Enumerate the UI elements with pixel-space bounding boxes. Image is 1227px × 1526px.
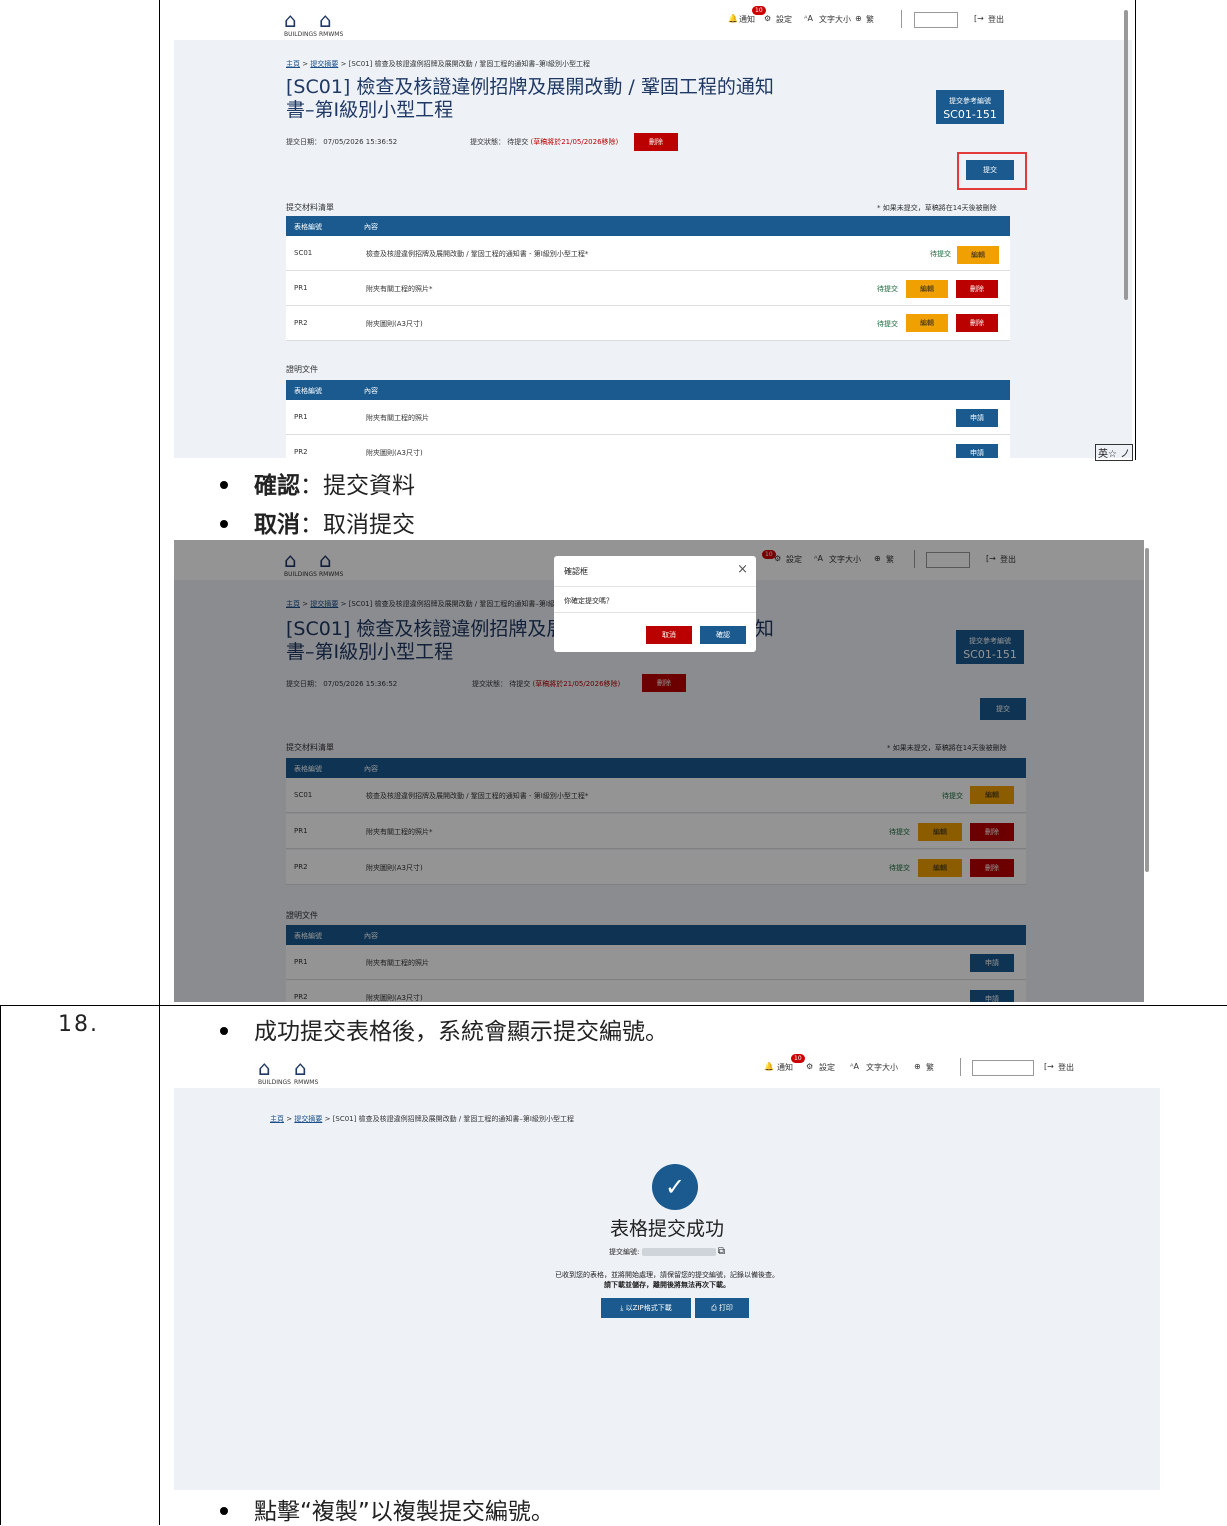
print-button[interactable]: ⎙ 打印 <box>695 1298 749 1318</box>
copy-icon[interactable]: ⧉ <box>718 1246 725 1257</box>
rmwms-logo: ⌂ RMWMS <box>294 1056 319 1086</box>
logout-link[interactable]: 登出 <box>1058 1062 1074 1073</box>
table-row: PR2 附夾圖則(A3尺寸) 待提交 <box>286 306 1010 341</box>
rmwms-logo: ⌂ RMWMS <box>319 8 344 38</box>
logout-icon[interactable]: [→ <box>974 14 984 23</box>
font-size-icon[interactable]: ᴬA <box>804 14 813 23</box>
success-message: 已收到您的表格，並將開始處理，請保留您的提交編號，記錄以備後查。 <box>555 1271 779 1279</box>
separator <box>960 1058 961 1076</box>
row-divider <box>0 1005 1227 1006</box>
bullet-confirm: 確認：提交資料 <box>220 466 415 500</box>
notify-link[interactable]: 通知 <box>739 14 755 25</box>
apply-button[interactable]: 申請 <box>956 409 998 427</box>
table-row: PR1 附夾有關工程的照片* 待提交 <box>286 271 1010 306</box>
bell-icon[interactable]: 🔔 <box>764 1062 774 1071</box>
table-right-border-upper <box>1135 0 1136 460</box>
edit-button[interactable]: 編輯 <box>906 314 948 332</box>
scrollbar[interactable] <box>1124 10 1128 300</box>
notify-link[interactable]: 通知 <box>777 1062 793 1073</box>
materials-title: 提交材料清單 <box>286 203 334 212</box>
docs-title: 證明文件 <box>286 365 318 374</box>
apply-button[interactable]: 申請 <box>956 444 998 458</box>
edit-button[interactable]: 編輯 <box>957 246 999 264</box>
materials-header: 表格編號 內容 <box>286 216 1010 236</box>
bell-icon[interactable]: 🔔 <box>728 14 738 23</box>
printer-icon: ⎙ <box>711 1304 717 1312</box>
confirm-button[interactable]: 確認 <box>700 626 746 644</box>
crumb-current: > [SC01] 檢查及核證違例招牌及展開改動 / 鞏固工程的通知書–第I級別小… <box>340 60 590 68</box>
scrollbar[interactable] <box>1145 548 1149 872</box>
top-bar: ⌂ BUILDINGS ⌂ RMWMS 🔔 通知 10 ⚙ 設定 ᴬA 文字大小 ⊕… <box>174 1048 1160 1088</box>
gear-icon[interactable]: ⚙ <box>764 14 771 23</box>
breadcrumb: 主頁 > 提交摘要 > [SC01] 檢查及核證違例招牌及展開改動 / 鞏固工程… <box>270 1115 574 1123</box>
success-title: 表格提交成功 <box>609 1218 724 1240</box>
user-select[interactable] <box>914 12 958 28</box>
page-title: [SC01] 檢查及核證違例招牌及展開改動 / 鞏固工程的通知書–第I級別小型工… <box>286 76 774 121</box>
globe-icon[interactable]: ⊕ <box>855 14 862 23</box>
close-icon[interactable]: × <box>737 562 748 577</box>
crumb-current: > [SC01] 檢查及核證違例招牌及展開改動 / 鞏固工程的通知書–第I級別小… <box>324 1115 574 1123</box>
bullet-copy: 點擊“複製”以複製提交編號。 <box>220 1492 554 1526</box>
crumb-home[interactable]: 主頁 <box>270 1115 284 1123</box>
row-number: 18. <box>58 1012 99 1037</box>
delete-button[interactable]: 刪除 <box>956 314 998 332</box>
bullet-success: 成功提交表格後，系統會顯示提交編號。 <box>220 1012 668 1046</box>
buildings-logo: ⌂ BUILDINGS <box>258 1056 291 1086</box>
docs-header: 表格編號 內容 <box>286 380 1010 400</box>
submit-button[interactable]: 提交 <box>966 160 1014 180</box>
table-left-border <box>159 0 160 1525</box>
gear-icon[interactable]: ⚙ <box>806 1062 813 1071</box>
top-bar: ⌂ BUILDINGS ⌂ RMWMS 🔔 通知 10 ⚙ 設定 ᴬA 文字大小 ⊕… <box>174 0 1132 40</box>
submit-date: 提交日期： 07/05/2026 15:36:52 <box>286 138 398 146</box>
status: 提交狀態： 待提交 (草稿將於21/05/2026移除) <box>470 138 619 146</box>
check-circle-icon: ✓ <box>652 1164 698 1210</box>
user-select[interactable] <box>972 1060 1034 1076</box>
language-select[interactable]: 繁 <box>926 1062 934 1073</box>
bullet-cancel: 取消：取消提交 <box>220 505 415 539</box>
screenshot-submission-page: ⌂ BUILDINGS ⌂ RMWMS 🔔 通知 10 ⚙ 設定 ᴬA 文字大小 ⊕… <box>174 0 1132 458</box>
notify-badge: 10 <box>791 1054 805 1063</box>
crumb-summary[interactable]: 提交摘要 <box>310 60 338 68</box>
delete-button[interactable]: 刪除 <box>956 280 998 298</box>
dialog-title: 確認框 <box>564 567 588 576</box>
download-icon: ⤓ <box>620 1304 624 1312</box>
breadcrumb: 主頁 > 提交摘要 > [SC01] 檢查及核證違例招牌及展開改動 / 鞏固工程… <box>286 60 590 68</box>
ime-indicator: 英☆ ノ <box>1095 444 1134 461</box>
table-row: PR1 附夾有關工程的照片 <box>286 400 1010 435</box>
edit-button[interactable]: 編輯 <box>906 280 948 298</box>
confirm-dialog: 確認框 × 你確定提交嗎？ 取消 確認 <box>554 556 756 652</box>
main-content: 主頁 > 提交摘要 > [SC01] 檢查及核證違例招牌及展開改動 / 鞏固工程… <box>174 1088 1160 1490</box>
table-row: SC01 檢查及核證違例招牌及展開改動 / 鞏固工程的通知書 - 第I級別小型工程… <box>286 236 1010 271</box>
masked-number <box>641 1248 716 1256</box>
separator <box>901 10 902 28</box>
download-warning: 請下載並儲存，離開後將無法再次下載。 <box>604 1281 730 1289</box>
cancel-button[interactable]: 取消 <box>646 626 692 644</box>
language-select[interactable]: 繁 <box>866 14 874 25</box>
reference-number-box: 提交參考編號 SC01-151 <box>936 90 1004 124</box>
crumb-home[interactable]: 主頁 <box>286 60 300 68</box>
font-size-link[interactable]: 文字大小 <box>866 1062 898 1073</box>
screenshot-success: ⌂ BUILDINGS ⌂ RMWMS 🔔 通知 10 ⚙ 設定 ᴬA 文字大小 ⊕… <box>174 1048 1160 1490</box>
delete-draft-button[interactable]: 刪除 <box>634 133 678 151</box>
globe-icon[interactable]: ⊕ <box>914 1062 921 1071</box>
font-size-link[interactable]: 文字大小 <box>819 14 851 25</box>
settings-link[interactable]: 設定 <box>776 14 792 25</box>
dialog-message: 你確定提交嗎？ <box>564 597 613 605</box>
crumb-summary[interactable]: 提交摘要 <box>294 1115 322 1123</box>
materials-note: * 如果未提交，草稿將在14天後被刪除 <box>877 204 997 212</box>
left-edge-lower <box>0 1005 1 1525</box>
settings-link[interactable]: 設定 <box>819 1062 835 1073</box>
font-size-icon[interactable]: ᴬA <box>850 1062 859 1071</box>
main-content: 主頁 > 提交摘要 > [SC01] 檢查及核證違例招牌及展開改動 / 鞏固工程… <box>174 40 1132 458</box>
screenshot-confirm-dialog: ⌂ BUILDINGS ⌂ RMWMS 10 ⚙ 設定 ᴬA 文字大小 ⊕ 繁 [→… <box>174 540 1144 1002</box>
logout-link[interactable]: 登出 <box>988 14 1004 25</box>
table-row: PR2 附夾圖則(A3尺寸) <box>286 435 1010 458</box>
buildings-logo: ⌂ BUILDINGS <box>284 8 317 38</box>
logout-icon[interactable]: [→ <box>1044 1062 1054 1071</box>
submission-number: 提交編號: ⧉ <box>609 1246 725 1257</box>
zip-download-button[interactable]: ⤓ 以ZIP格式下載 <box>601 1298 691 1318</box>
